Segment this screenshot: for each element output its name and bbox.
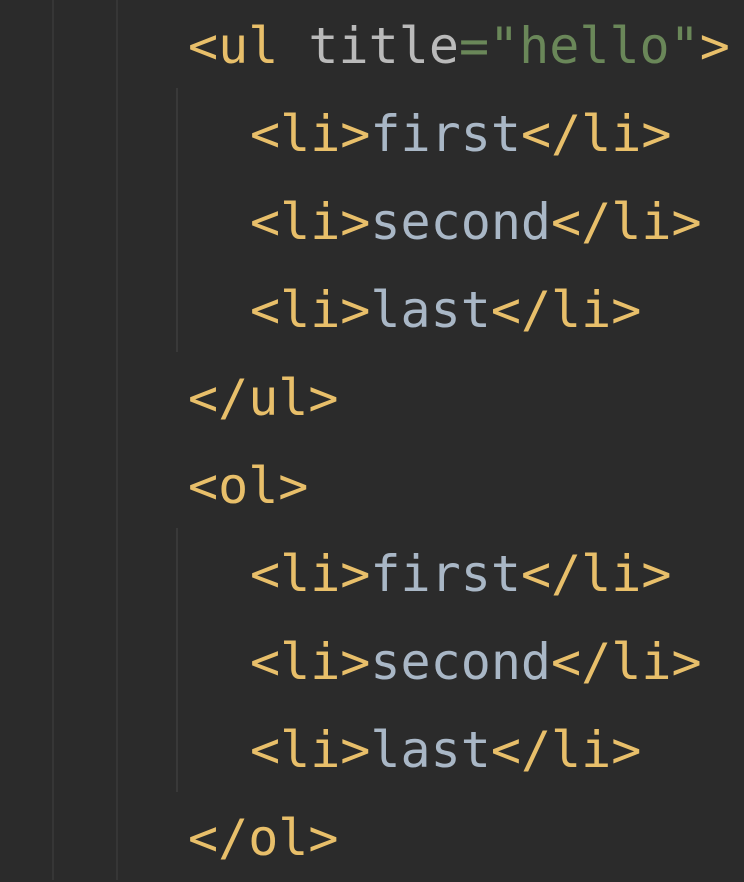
tag-token: </li> [520,545,672,603]
tag-token: </li> [551,193,702,251]
text-token: second [370,633,552,691]
tag-token: <li> [250,545,371,603]
tag-token: </li> [520,105,672,163]
tag-token: <ol> [188,457,309,515]
code-line-ul-open[interactable]: <ul title="hello"> [0,2,744,90]
tag-token: </li> [490,281,642,339]
equals-token: = [458,17,490,75]
tag-token: <li> [250,633,371,691]
tag-token: </ul> [188,369,339,427]
code-line-ol-close[interactable]: </ol> [0,794,744,882]
tag-token: </li> [490,721,642,779]
code-editor[interactable]: <ul title="hello"> <li>first</li> <li>se… [0,0,744,880]
code-line-li[interactable]: <li>second</li> [0,178,744,266]
tag-token: <li> [250,105,371,163]
tag-token: > [699,17,730,75]
attribute-name-token: title [308,17,459,75]
tag-token: <li> [250,193,371,251]
attribute-value-token: "hello" [489,17,700,75]
code-line-li[interactable]: <li>last</li> [0,706,744,794]
code-line-ul-close[interactable]: </ul> [0,354,744,442]
code-line-li[interactable]: <li>first</li> [0,530,744,618]
code-line-ol-open[interactable]: <ol> [0,442,744,530]
text-token: first [370,545,521,603]
text-token: last [370,721,491,779]
text-token: last [370,281,491,339]
tag-token: </li> [551,633,702,691]
code-line-li[interactable]: <li>second</li> [0,618,744,706]
tag-token: <li> [250,721,371,779]
tag-token: <li> [250,281,371,339]
tag-token: </ol> [188,809,339,867]
text-token: first [370,105,521,163]
code-line-li[interactable]: <li>last</li> [0,266,744,354]
code-line-li[interactable]: <li>first</li> [0,90,744,178]
text-token: second [370,193,552,251]
tag-token: <ul [188,17,279,75]
